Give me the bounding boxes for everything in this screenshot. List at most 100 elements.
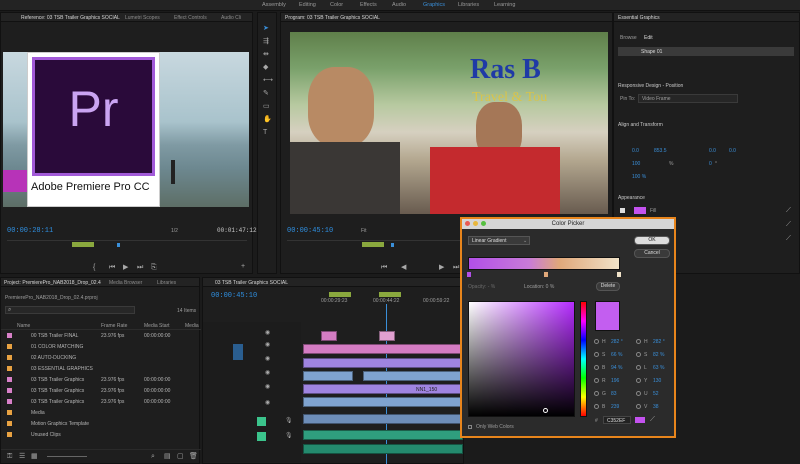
program-play-icon[interactable]: ▶ (439, 264, 444, 271)
video-clip-a[interactable] (303, 371, 353, 381)
channel-value[interactable]: 239 (611, 404, 619, 410)
workspace-effects[interactable]: Effects (360, 2, 377, 8)
add-button-icon[interactable]: + (241, 263, 245, 270)
yuv-field[interactable]: V 38 (636, 402, 674, 411)
video-clip-b[interactable] (363, 371, 463, 381)
channel-value[interactable]: 52 (653, 391, 659, 397)
program-timecode[interactable]: 00:00:45:10 (287, 227, 333, 235)
audio-track-a1[interactable] (303, 414, 463, 424)
hsl-field[interactable]: L 63 % (636, 363, 674, 372)
eye-icon-5[interactable]: ◉ (265, 384, 270, 391)
rgb-field[interactable]: G 83 (594, 389, 632, 398)
source-fit-select[interactable]: 1/2 (171, 228, 178, 234)
lock-icon[interactable]: ⚿ (7, 453, 12, 460)
program-scrub-bar[interactable] (287, 240, 463, 248)
ripple-edit-icon[interactable]: ⇹ (263, 51, 269, 58)
channel-value[interactable]: 130 (653, 378, 661, 384)
tab-lumetri-scopes[interactable]: Lumetri Scopes (125, 15, 160, 21)
channel-value[interactable]: 66 % (611, 352, 622, 358)
project-row[interactable]: Unused Clips (1, 430, 197, 439)
eye-icon-4[interactable]: ◉ (265, 370, 270, 377)
source-playhead[interactable] (117, 243, 120, 247)
gradient-bar[interactable] (468, 257, 620, 270)
sv-cursor[interactable] (543, 408, 548, 413)
new-item-icon[interactable]: ▢ (177, 453, 184, 460)
channel-value[interactable]: 38 (653, 404, 659, 410)
graphic-clip[interactable] (321, 331, 337, 341)
eg-anchor-x[interactable]: 0.0 (709, 148, 716, 154)
tab-media-browser[interactable]: Media Browser (109, 280, 142, 286)
zoom-slider[interactable] (47, 456, 87, 457)
channel-radio[interactable] (636, 404, 641, 409)
tab-libraries[interactable]: Libraries (157, 280, 176, 286)
hue-slider[interactable] (580, 301, 587, 417)
video-track-v0[interactable] (303, 397, 463, 407)
channel-radio[interactable] (594, 391, 599, 396)
project-row[interactable]: 03 TSB Trailer Graphics 23.976 fps 00:00:0… (1, 386, 197, 395)
col-media[interactable]: Media (185, 323, 199, 329)
mic-icon-2[interactable]: 🎙 (285, 433, 293, 440)
ok-button[interactable]: OK (634, 236, 670, 245)
audio-track-a2[interactable] (303, 430, 463, 440)
channel-radio[interactable] (594, 404, 599, 409)
timeline-timecode[interactable]: 00:00:45:10 (211, 292, 257, 300)
tab-sequence[interactable]: 03 TSB Trailer Graphics SOCIAL (215, 280, 288, 286)
close-dot-icon[interactable] (465, 221, 470, 226)
title-track[interactable] (303, 344, 463, 354)
channel-radio[interactable] (636, 378, 641, 383)
eyedropper-icon-2[interactable]: ⟋ (786, 221, 791, 228)
v1-target[interactable] (233, 344, 243, 360)
tab-project[interactable]: Project: PremierePro_NAB2018_Drop_02.4 (4, 280, 101, 286)
timeline-work-area-2[interactable] (379, 292, 401, 297)
workspace-graphics[interactable]: Graphics (423, 2, 445, 8)
razor-tool-icon[interactable]: ◆ (263, 64, 268, 71)
eg-fill-swatch[interactable] (634, 207, 646, 214)
timeline-work-area[interactable] (329, 292, 351, 297)
eg-tab-browse[interactable]: Browse (620, 35, 637, 41)
workspace-editing[interactable]: Editing (299, 2, 316, 8)
project-row[interactable]: 02 AUTO-DUCKING (1, 353, 197, 362)
project-row[interactable]: 03 TSB Trailer Graphics 23.976 fps 00:00:0… (1, 375, 197, 384)
tab-effect-controls[interactable]: Effect Controls (174, 15, 207, 21)
channel-radio[interactable] (636, 352, 641, 357)
search-bin-icon[interactable]: ⌕ (151, 453, 155, 460)
project-row[interactable]: 03 TSB Trailer Graphics 23.976 fps 00:00:0… (1, 397, 197, 406)
hsb-field[interactable]: S 66 % (594, 350, 632, 359)
eg-pos-x[interactable]: 0.0 (632, 148, 639, 154)
project-row[interactable]: 01 COLOR MATCHING (1, 342, 197, 351)
source-timecode[interactable]: 00:00:28:11 (7, 227, 53, 235)
trash-icon[interactable]: 🗑 (189, 453, 198, 460)
video-track-v3[interactable] (303, 358, 463, 368)
hand-tool-icon[interactable]: ✋ (263, 116, 272, 123)
step-back-icon[interactable]: ⏮ (109, 264, 115, 271)
only-web-colors-checkbox[interactable] (468, 425, 472, 429)
color-stop-left[interactable] (467, 272, 471, 277)
delete-stop-button[interactable]: Delete (596, 282, 620, 291)
a1-source-patch[interactable] (257, 417, 266, 426)
zoom-dot-icon[interactable] (481, 221, 486, 226)
tab-audio-clip[interactable]: Audio Cli (221, 15, 241, 21)
eyedropper-picker-icon[interactable]: ⟋ (650, 416, 655, 423)
col-frame-rate[interactable]: Frame Rate (101, 323, 127, 329)
a2-source-patch[interactable] (257, 432, 266, 441)
step-forward-icon[interactable]: ⏭ (137, 264, 143, 271)
program-step-forward-icon[interactable]: ⏭ (453, 264, 459, 271)
video-track-v1[interactable]: NN1_150 (303, 384, 463, 394)
eg-rotation[interactable]: 0 (709, 161, 712, 167)
channel-radio[interactable] (594, 378, 599, 383)
workspace-libraries[interactable]: Libraries (458, 2, 479, 8)
gradient-mode-select[interactable]: Linear Gradient ⌄ (468, 236, 530, 245)
workspace-learning[interactable]: Learning (494, 2, 515, 8)
icon-view-icon[interactable]: ▦ (31, 453, 38, 460)
tab-program[interactable]: Program: 03 TSB Trailer Graphics SOCIAL (285, 15, 380, 21)
tab-reference[interactable]: Reference: 03 TSB Trailer Graphics SOCIA… (21, 15, 120, 21)
hsl-field[interactable]: S 82 % (636, 350, 674, 359)
cancel-button[interactable]: Cancel (634, 249, 670, 258)
program-step-back-icon[interactable]: ⏮ (381, 264, 387, 271)
selection-tool-icon[interactable]: ➤ (263, 25, 269, 32)
yuv-field[interactable]: U 52 (636, 389, 674, 398)
color-stop-mid[interactable] (544, 272, 548, 277)
program-fit-select[interactable]: Fit (361, 228, 367, 234)
eye-icon-6[interactable]: ◉ (265, 400, 270, 407)
rgb-field[interactable]: R 196 (594, 376, 632, 385)
